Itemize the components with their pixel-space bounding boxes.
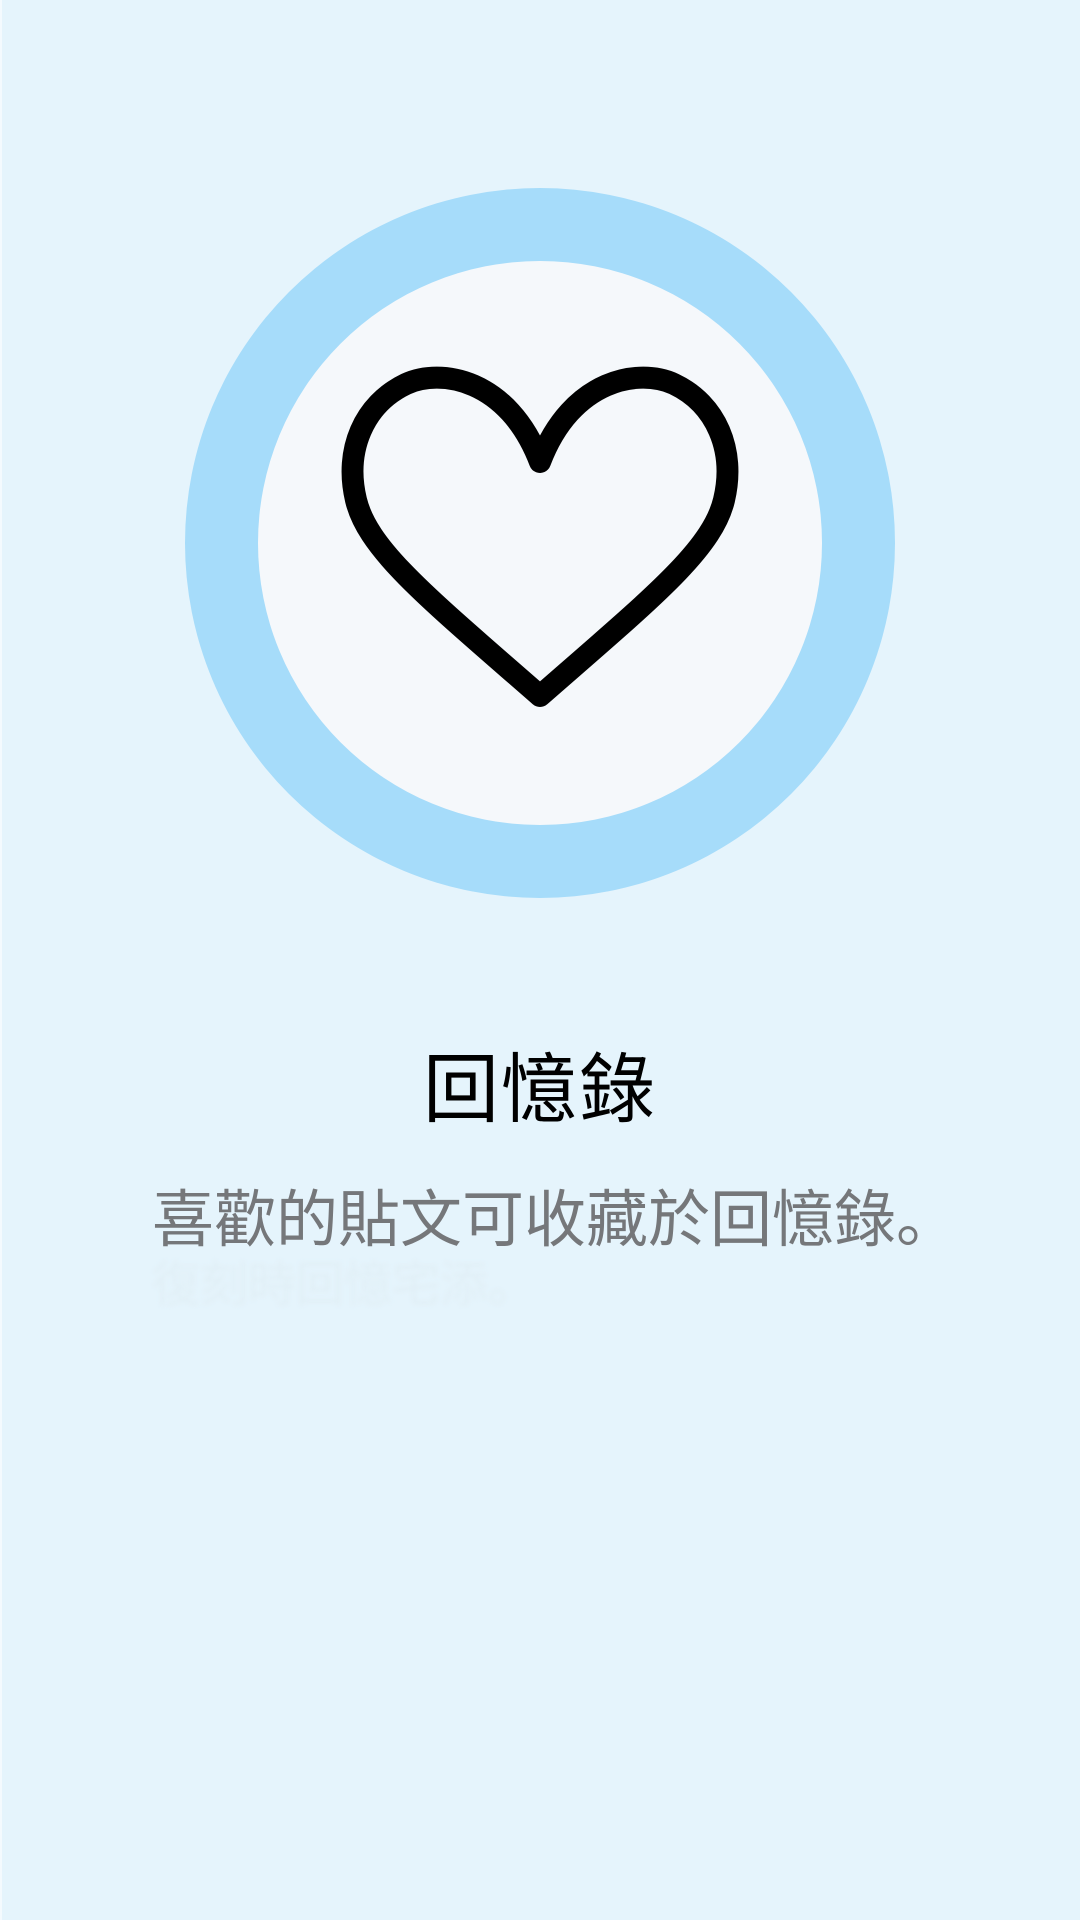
left-edge-divider xyxy=(0,0,2,1920)
heart-icon xyxy=(341,366,739,707)
empty-state-description: 喜歡的貼文可收藏於回憶錄。 xyxy=(152,1183,959,1256)
empty-state-description-faded: 復刻時回憶宅添。 xyxy=(152,1257,537,1313)
empty-state-title: 回憶錄 xyxy=(423,1045,657,1134)
